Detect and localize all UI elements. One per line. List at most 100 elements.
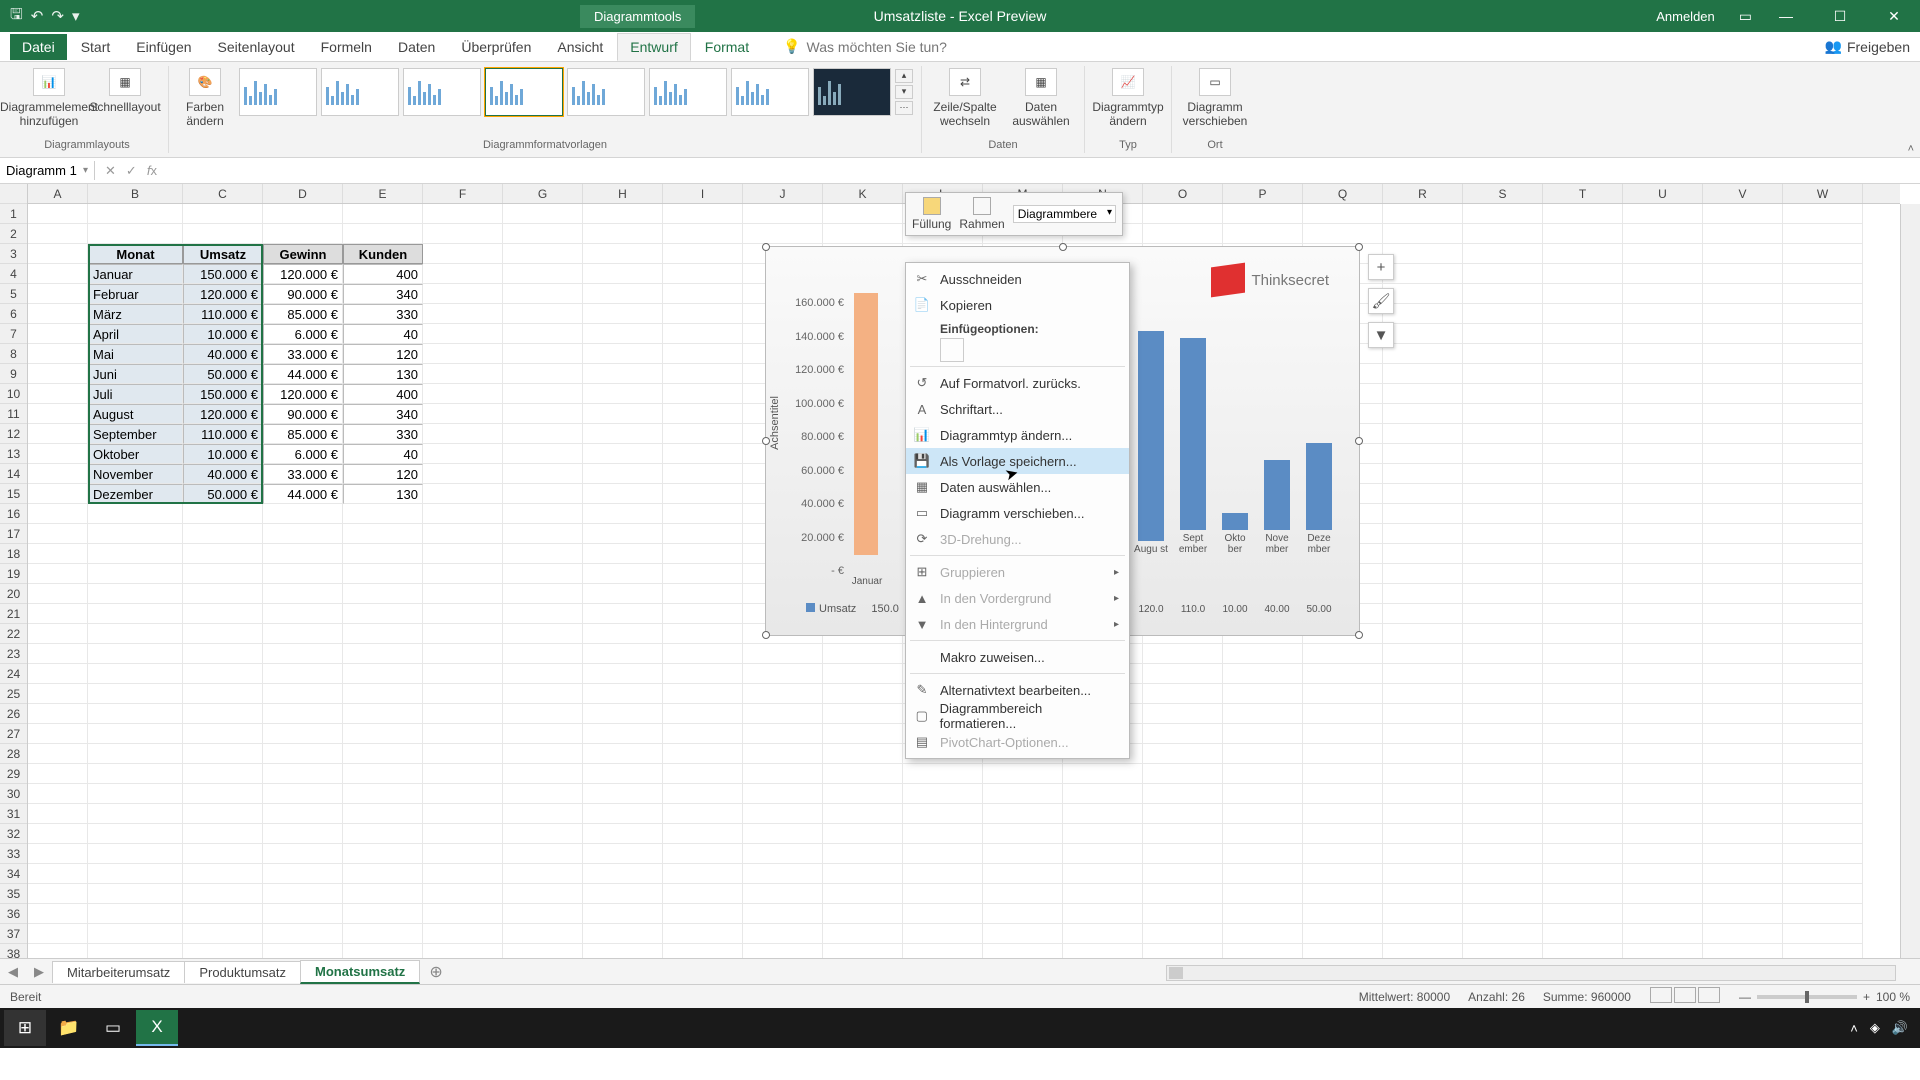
cell[interactable] bbox=[88, 704, 183, 724]
cell[interactable] bbox=[1463, 424, 1543, 444]
cell[interactable] bbox=[88, 644, 183, 664]
cell[interactable]: Oktober bbox=[88, 444, 183, 464]
close-button[interactable]: ✕ bbox=[1874, 8, 1914, 25]
row-header[interactable]: 23 bbox=[0, 644, 27, 664]
cell[interactable] bbox=[1463, 584, 1543, 604]
cell[interactable] bbox=[743, 664, 823, 684]
cell[interactable] bbox=[1303, 664, 1383, 684]
cell[interactable] bbox=[1623, 264, 1703, 284]
cell[interactable] bbox=[343, 224, 423, 244]
cell[interactable] bbox=[183, 784, 263, 804]
cell[interactable] bbox=[1383, 424, 1463, 444]
cell[interactable] bbox=[1383, 384, 1463, 404]
add-sheet-button[interactable]: ⊕ bbox=[419, 962, 452, 982]
cell[interactable] bbox=[1543, 744, 1623, 764]
cell[interactable] bbox=[1223, 704, 1303, 724]
cell[interactable] bbox=[1623, 724, 1703, 744]
cell[interactable] bbox=[1783, 904, 1863, 924]
cell[interactable] bbox=[1703, 744, 1783, 764]
cell[interactable]: 33.000 € bbox=[263, 344, 343, 364]
tab-datei[interactable]: Datei bbox=[10, 34, 67, 60]
cell[interactable] bbox=[343, 884, 423, 904]
worksheet-grid[interactable]: ABCDEFGHIJKLMNOPQRSTUVW 1234567891011121… bbox=[0, 184, 1920, 958]
tell-me-box[interactable]: 💡 Was möchten Sie tun? bbox=[783, 38, 947, 55]
cell[interactable] bbox=[903, 764, 983, 784]
cell[interactable] bbox=[28, 644, 88, 664]
fill-button[interactable]: Füllung bbox=[912, 197, 951, 231]
row-header[interactable]: 20 bbox=[0, 584, 27, 604]
cell[interactable] bbox=[503, 704, 583, 724]
cell[interactable] bbox=[1063, 924, 1143, 944]
cell[interactable] bbox=[1303, 804, 1383, 824]
taskbar-excel-icon[interactable]: X bbox=[136, 1010, 178, 1046]
cell[interactable] bbox=[88, 764, 183, 784]
cell[interactable] bbox=[28, 424, 88, 444]
cell[interactable] bbox=[1303, 904, 1383, 924]
sheet-nav-next-icon[interactable]: ▶ bbox=[26, 964, 52, 980]
cell[interactable] bbox=[1223, 744, 1303, 764]
cell[interactable] bbox=[1143, 684, 1223, 704]
cell[interactable] bbox=[1383, 444, 1463, 464]
cell[interactable] bbox=[583, 364, 663, 384]
cell[interactable] bbox=[1303, 884, 1383, 904]
tab-ueberpruefen[interactable]: Überprüfen bbox=[449, 34, 543, 60]
cell[interactable] bbox=[423, 644, 503, 664]
cell[interactable] bbox=[583, 564, 663, 584]
cell[interactable] bbox=[88, 624, 183, 644]
cell[interactable]: 120.000 € bbox=[263, 384, 343, 404]
cell[interactable] bbox=[1463, 684, 1543, 704]
cell[interactable] bbox=[183, 224, 263, 244]
cell[interactable] bbox=[1783, 864, 1863, 884]
cell[interactable] bbox=[983, 924, 1063, 944]
cell[interactable] bbox=[1543, 684, 1623, 704]
cell[interactable] bbox=[28, 284, 88, 304]
select-data-button[interactable]: ▦Daten auswählen bbox=[1006, 68, 1076, 129]
cell[interactable] bbox=[1783, 784, 1863, 804]
cell[interactable] bbox=[343, 704, 423, 724]
cell[interactable] bbox=[28, 844, 88, 864]
row-header[interactable]: 14 bbox=[0, 464, 27, 484]
cell[interactable] bbox=[663, 904, 743, 924]
cell[interactable] bbox=[663, 384, 743, 404]
cell[interactable] bbox=[903, 904, 983, 924]
cell[interactable] bbox=[1543, 864, 1623, 884]
cell[interactable] bbox=[1383, 244, 1463, 264]
cell[interactable] bbox=[28, 664, 88, 684]
cell[interactable] bbox=[1543, 384, 1623, 404]
cell[interactable] bbox=[183, 904, 263, 924]
cell[interactable] bbox=[1143, 904, 1223, 924]
cell[interactable] bbox=[663, 224, 743, 244]
view-pagelayout-button[interactable] bbox=[1674, 987, 1696, 1003]
cell[interactable] bbox=[663, 404, 743, 424]
qat-customize-icon[interactable]: ▾ bbox=[72, 7, 80, 25]
cell[interactable] bbox=[743, 904, 823, 924]
cell[interactable] bbox=[423, 584, 503, 604]
cell[interactable] bbox=[343, 904, 423, 924]
cell[interactable] bbox=[28, 624, 88, 644]
cell[interactable] bbox=[423, 564, 503, 584]
cell[interactable] bbox=[1463, 864, 1543, 884]
cell[interactable] bbox=[1463, 664, 1543, 684]
cell[interactable] bbox=[1543, 324, 1623, 344]
resize-handle[interactable] bbox=[762, 243, 770, 251]
cell[interactable]: Kunden bbox=[343, 244, 423, 264]
chart-elements-button[interactable]: + bbox=[1368, 254, 1394, 280]
row-header[interactable]: 12 bbox=[0, 424, 27, 444]
cell[interactable] bbox=[743, 764, 823, 784]
cell[interactable] bbox=[583, 744, 663, 764]
row-header[interactable]: 17 bbox=[0, 524, 27, 544]
cell[interactable] bbox=[1623, 744, 1703, 764]
cell[interactable] bbox=[1383, 784, 1463, 804]
col-header[interactable]: C bbox=[183, 184, 263, 203]
cell[interactable] bbox=[503, 264, 583, 284]
cell[interactable] bbox=[1463, 484, 1543, 504]
row-headers[interactable]: 1234567891011121314151617181920212223242… bbox=[0, 184, 28, 958]
cell[interactable] bbox=[343, 644, 423, 664]
cell[interactable] bbox=[1223, 884, 1303, 904]
cell[interactable] bbox=[28, 684, 88, 704]
cell[interactable] bbox=[1463, 624, 1543, 644]
cell[interactable]: Januar bbox=[88, 264, 183, 284]
cell[interactable] bbox=[28, 524, 88, 544]
cell[interactable] bbox=[1783, 504, 1863, 524]
cell[interactable] bbox=[88, 504, 183, 524]
